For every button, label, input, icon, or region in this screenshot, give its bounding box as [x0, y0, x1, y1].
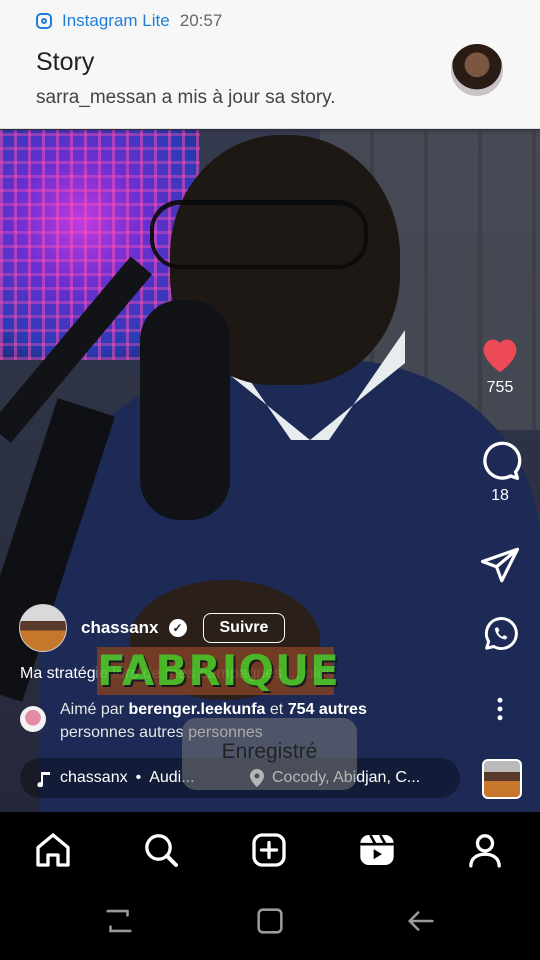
bottom-nav — [0, 812, 540, 892]
system-nav-bar — [0, 892, 540, 960]
liked-by-others[interactable]: 754 autres — [288, 701, 367, 718]
liked-by-prefix: Aimé par — [60, 701, 125, 718]
comment-count: 18 — [491, 487, 509, 504]
whatsapp-action[interactable] — [474, 614, 526, 659]
saved-toast-label: Enregistré — [221, 740, 318, 763]
notification-avatar — [451, 44, 503, 96]
more-options[interactable] — [474, 694, 526, 729]
more-vertical-icon[interactable] — [485, 694, 515, 724]
home-button[interactable] — [253, 904, 287, 938]
search-icon[interactable] — [141, 830, 181, 870]
profile-icon[interactable] — [465, 830, 505, 870]
instagram-icon — [36, 13, 52, 29]
heart-icon[interactable] — [478, 334, 522, 374]
comment-icon[interactable] — [478, 438, 522, 482]
notification-title: Story — [36, 48, 95, 76]
microphone — [140, 300, 230, 520]
recents-icon[interactable] — [102, 904, 136, 938]
video-overlay-text: FABRIQUE — [97, 646, 340, 695]
verified-badge-icon: ✓ — [168, 619, 187, 637]
back-icon[interactable] — [404, 904, 438, 938]
audio-thumbnail[interactable] — [482, 759, 522, 799]
home-icon[interactable] — [33, 830, 73, 870]
like-action[interactable]: 755 — [474, 334, 526, 397]
notification-body: sarra_messan a mis à jour sa story. — [36, 87, 336, 108]
audio-separator: • — [135, 769, 142, 786]
like-count: 755 — [486, 379, 514, 396]
whatsapp-icon[interactable] — [480, 614, 520, 654]
notification-header: Instagram Lite 20:57 — [36, 11, 222, 31]
send-icon[interactable] — [478, 544, 522, 586]
notification-app-name: Instagram Lite — [62, 11, 170, 30]
author-avatar[interactable] — [19, 604, 67, 652]
follow-button[interactable]: Suivre — [202, 613, 286, 643]
author-row: chassanx ✓ Suivre — [19, 604, 286, 652]
music-note-icon — [37, 772, 50, 787]
audio-artist: chassanx — [60, 769, 128, 786]
liker-avatar — [20, 706, 46, 732]
notification-banner[interactable]: Instagram Lite 20:57 Story sarra_messan … — [0, 0, 540, 129]
create-icon[interactable] — [249, 830, 289, 870]
speaker-glasses — [150, 200, 368, 269]
comment-action[interactable]: 18 — [474, 438, 526, 505]
share-action[interactable] — [474, 544, 526, 591]
liked-by-user[interactable]: berenger.leekunfa — [128, 701, 265, 718]
reels-icon[interactable] — [357, 830, 397, 870]
notification-time: 20:57 — [179, 11, 223, 30]
liked-by-connector: et — [269, 701, 284, 718]
author-username[interactable]: chassanx — [81, 618, 159, 638]
